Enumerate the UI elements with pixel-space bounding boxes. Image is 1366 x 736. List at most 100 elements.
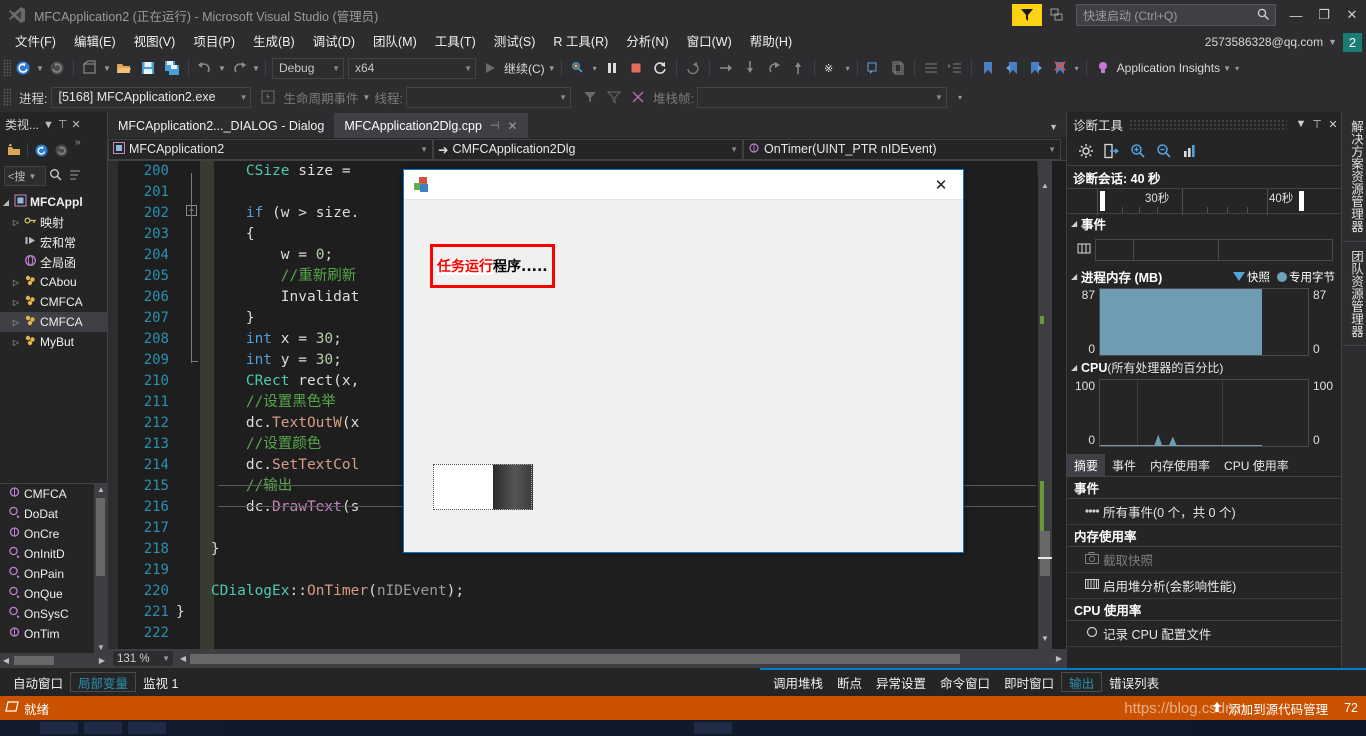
tab-dialog-designer[interactable]: MFCApplication2..._DIALOG - Dialog xyxy=(108,113,335,138)
chevron-down-icon[interactable]: ▼ xyxy=(1222,64,1232,73)
scroll-down-icon[interactable]: ▼ xyxy=(94,643,108,652)
menu-analyze[interactable]: 分析(N) xyxy=(617,30,677,54)
attach-process-icon[interactable] xyxy=(567,57,589,79)
close-icon[interactable]: ✕ xyxy=(508,119,518,133)
events-track[interactable] xyxy=(1095,239,1333,261)
zoom-level-select[interactable]: 131 % ▼ xyxy=(112,650,174,667)
menu-team[interactable]: 团队(M) xyxy=(364,30,426,54)
process-select[interactable]: [5168] MFCApplication2.exe ▼ xyxy=(51,86,252,108)
scroll-up-icon[interactable]: ▲ xyxy=(94,485,108,494)
chevron-down-icon[interactable]: ▼ xyxy=(251,64,261,73)
expand-arrow-icon[interactable]: ▷ xyxy=(10,298,22,307)
list-item[interactable]: OnCre xyxy=(0,524,108,544)
menu-file[interactable]: 文件(F) xyxy=(6,30,65,54)
tree-item-globals[interactable]: 全局函 xyxy=(0,252,107,272)
list-item[interactable]: OnInitD xyxy=(0,544,108,564)
expand-arrow-icon[interactable]: ▷ xyxy=(10,218,22,227)
list-item[interactable]: OnTim xyxy=(0,624,108,644)
chevron-down-icon[interactable]: ▼ xyxy=(102,64,112,73)
mfc-application-dialog[interactable]: ✕ 任务运行程序..... xyxy=(403,169,964,553)
tree-item-cmfcapp-a[interactable]: ▷ CMFCA xyxy=(0,292,107,312)
list-item[interactable]: OnQue xyxy=(0,584,108,604)
step-up-icon[interactable] xyxy=(787,57,809,79)
taskbar-item[interactable] xyxy=(128,722,166,734)
save-all-icon[interactable] xyxy=(161,57,183,79)
navigate-forward-icon[interactable] xyxy=(46,57,68,79)
tab-autos[interactable]: 自动窗口 xyxy=(6,672,70,692)
mfc-dialog-close-button[interactable]: ✕ xyxy=(919,170,963,200)
breakpoint-margin[interactable] xyxy=(108,161,118,649)
nav-member-select[interactable]: OnTimer(UINT_PTR nIDEvent) ▼ xyxy=(743,138,1061,160)
tree-item-cmfcapp-b[interactable]: ▷ CMFCA xyxy=(0,312,107,332)
tab-mfcapplication2dlg-cpp[interactable]: MFCApplication2Dlg.cpp ⊣ ✕ xyxy=(334,113,528,138)
editor-vertical-scrollbar[interactable]: ▲ ▼ xyxy=(1038,161,1052,649)
solution-platform-select[interactable]: x64 ▼ xyxy=(348,57,476,79)
chart-icon[interactable] xyxy=(1177,139,1203,163)
menu-test[interactable]: 测试(S) xyxy=(485,30,545,54)
memory-section-header[interactable]: ◢ 进程内存 (MB) 快照 专用字节 xyxy=(1067,267,1341,286)
list-item[interactable]: OnPain xyxy=(0,564,108,584)
list-item[interactable]: CMFCA xyxy=(0,484,108,504)
tree-item-cabout[interactable]: ▷ CAbou xyxy=(0,272,107,292)
tab-exception-settings[interactable]: 异常设置 xyxy=(869,672,933,692)
toolbar-overflow-icon[interactable]: ▾ xyxy=(590,64,600,73)
class-view-search-input[interactable]: <搜 ▼ xyxy=(4,166,46,186)
step-out-icon[interactable] xyxy=(763,57,785,79)
comment-lines-icon[interactable] xyxy=(863,57,885,79)
filter-clear-icon[interactable] xyxy=(603,86,625,108)
tree-item-mybutton[interactable]: ▷ MyBut xyxy=(0,332,107,352)
forward-icon[interactable] xyxy=(51,140,71,160)
scroll-left-icon[interactable]: ◀ xyxy=(176,654,190,663)
ruler-marker[interactable] xyxy=(1100,191,1105,211)
chevron-down-icon[interactable]: ▼ xyxy=(217,64,227,73)
scroll-down-icon[interactable]: ▼ xyxy=(1038,634,1052,643)
tab-breakpoints[interactable]: 断点 xyxy=(830,672,869,692)
close-button[interactable]: ✕ xyxy=(1338,0,1366,30)
application-insights-button[interactable]: Application Insights xyxy=(1115,61,1222,75)
menu-debug[interactable]: 调试(D) xyxy=(304,30,364,54)
list-item[interactable]: OnSysC xyxy=(0,604,108,624)
toolbar-grip[interactable] xyxy=(3,59,11,77)
class-view-horizontal-scrollbar[interactable]: ◀ ▶ xyxy=(0,653,108,668)
tab-error-list[interactable]: 错误列表 xyxy=(1102,672,1166,692)
nav-class-select[interactable]: ➜ CMFCApplication2Dlg ▼ xyxy=(433,138,743,160)
tab-memory-usage[interactable]: 内存使用率 xyxy=(1143,454,1217,476)
tab-summary[interactable]: 摘要 xyxy=(1067,454,1106,476)
parallel-stacks-icon[interactable] xyxy=(627,86,649,108)
menu-rtools[interactable]: R 工具(R) xyxy=(544,30,617,54)
navigate-backward-icon[interactable] xyxy=(12,57,34,79)
undo-icon[interactable] xyxy=(194,57,216,79)
scroll-thumb[interactable] xyxy=(1040,531,1050,576)
tab-cpu-usage[interactable]: CPU 使用率 xyxy=(1217,454,1296,476)
collapse-triangle-icon[interactable]: ◢ xyxy=(1071,219,1081,228)
chevron-down-icon[interactable]: ▼ xyxy=(547,64,557,73)
step-into-icon[interactable] xyxy=(739,57,761,79)
open-file-icon[interactable] xyxy=(113,57,135,79)
scroll-thumb[interactable] xyxy=(14,656,54,665)
chevron-down-icon[interactable]: ▼ xyxy=(1328,37,1337,47)
menu-tools[interactable]: 工具(T) xyxy=(426,30,485,54)
drag-handle[interactable] xyxy=(1129,118,1287,130)
send-feedback-icon[interactable] xyxy=(1012,4,1042,26)
clear-bookmarks-icon[interactable] xyxy=(1049,57,1071,79)
export-icon[interactable] xyxy=(1099,139,1125,163)
previous-bookmark-icon[interactable] xyxy=(1001,57,1023,79)
pin-icon[interactable]: ⊣ xyxy=(490,119,500,132)
chevron-down-icon[interactable]: ▼ xyxy=(1293,118,1309,130)
nav-project-select[interactable]: MFCApplication2 ▼ xyxy=(108,138,433,160)
start-debug-icon[interactable] xyxy=(479,57,501,79)
show-next-statement-icon[interactable] xyxy=(682,57,704,79)
back-icon[interactable] xyxy=(31,140,51,160)
tree-item-mappings[interactable]: ▷ 映射 xyxy=(0,212,107,232)
chevron-down-icon[interactable]: ▼ xyxy=(362,93,372,102)
stop-icon[interactable] xyxy=(625,57,647,79)
continue-button[interactable]: 继续(C) xyxy=(502,60,547,77)
step-over-icon[interactable] xyxy=(715,57,737,79)
expand-arrow-icon[interactable]: ▷ xyxy=(10,338,22,347)
scroll-left-icon[interactable]: ◀ xyxy=(0,656,12,665)
collapse-triangle-icon[interactable]: ◢ xyxy=(1071,363,1081,372)
stack-frame-select[interactable]: ▼ xyxy=(696,86,947,108)
collapse-triangle-icon[interactable]: ◢ xyxy=(1071,272,1081,281)
threads-icon[interactable]: ※ xyxy=(820,57,842,79)
expand-arrow-icon[interactable]: ◢ xyxy=(0,198,12,207)
